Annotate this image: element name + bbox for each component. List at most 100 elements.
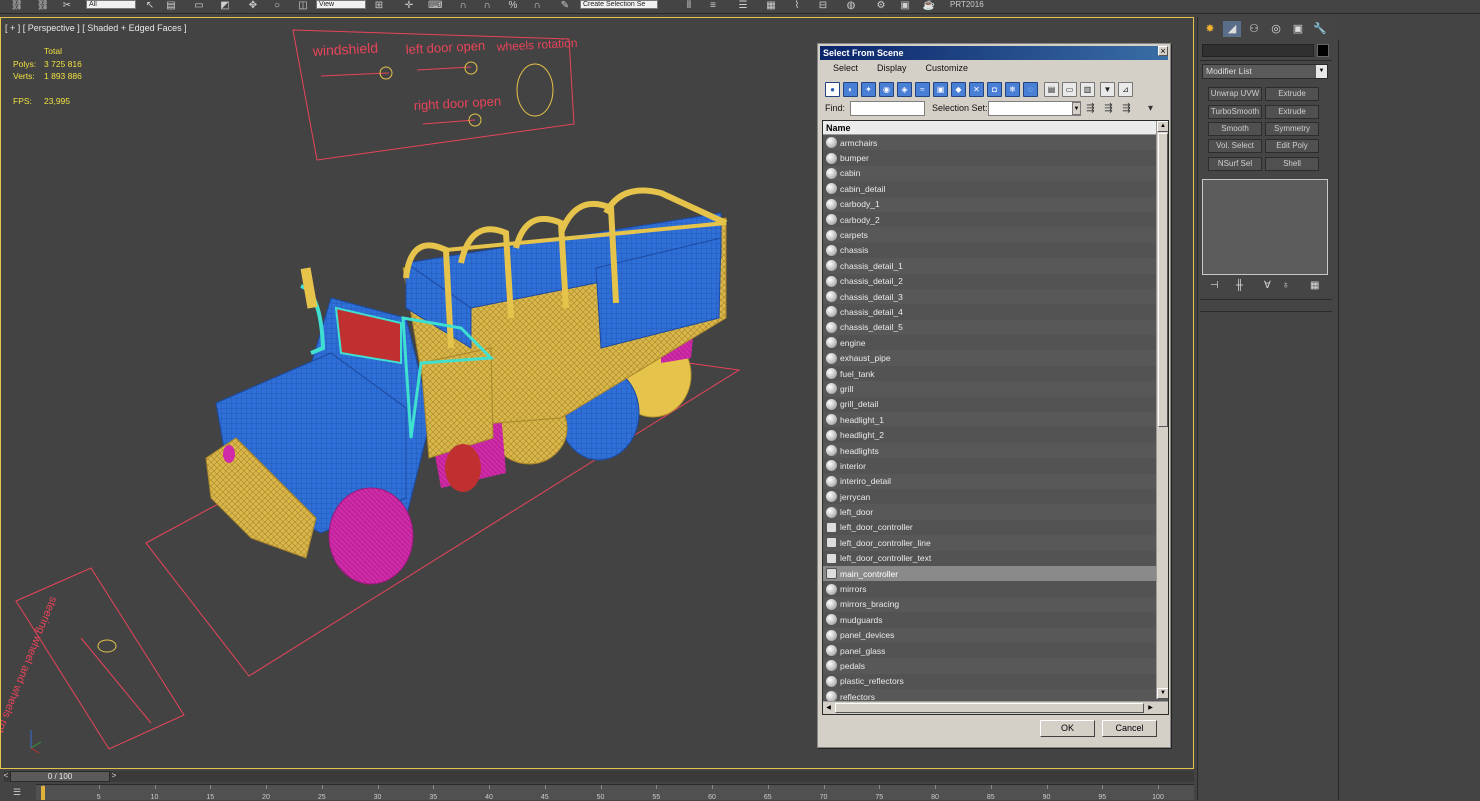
- percent-snap-icon[interactable]: %: [506, 0, 520, 12]
- align-icon[interactable]: ≡: [706, 0, 720, 12]
- object-list-row[interactable]: mudguards: [823, 612, 1157, 628]
- object-list-row[interactable]: carbody_2: [823, 211, 1157, 228]
- object-list-row[interactable]: cabin_detail: [823, 181, 1157, 197]
- menu-display[interactable]: Display: [864, 61, 913, 76]
- object-list-row[interactable]: mirrors_bracing: [823, 596, 1157, 613]
- pin-stack-icon[interactable]: ⊣: [1210, 280, 1219, 291]
- select-dependents-icon[interactable]: ⇶: [1102, 102, 1115, 115]
- truck-model[interactable]: [205, 187, 728, 585]
- bind-space-warp-icon[interactable]: ✂: [60, 0, 74, 12]
- mini-curve-editor-icon[interactable]: ☰: [0, 784, 34, 800]
- horizontal-scroll-thumb[interactable]: [835, 703, 1144, 713]
- display-helpers-icon[interactable]: ◈: [897, 82, 912, 97]
- modifier-button-symmetry[interactable]: Symmetry: [1265, 122, 1319, 136]
- next-frame-button[interactable]: >: [108, 771, 120, 782]
- object-list-row[interactable]: interior: [823, 458, 1157, 474]
- object-list-row[interactable]: chassis_detail_3: [823, 288, 1157, 305]
- modifier-button-turbosmooth[interactable]: TurboSmooth: [1208, 105, 1262, 119]
- schematic-view-icon[interactable]: ⊟: [816, 0, 830, 12]
- display-lights-icon[interactable]: ✦: [861, 82, 876, 97]
- object-list-row[interactable]: carpets: [823, 227, 1157, 243]
- selection-set-input[interactable]: [988, 101, 1081, 116]
- ok-button[interactable]: OK: [1040, 720, 1095, 737]
- modifier-list-dropdown[interactable]: Modifier List ▼: [1202, 64, 1328, 79]
- frame-counter[interactable]: 0 / 100: [10, 771, 110, 782]
- object-list-row[interactable]: engine: [823, 335, 1157, 351]
- display-xrefs-icon[interactable]: ◆: [951, 82, 966, 97]
- reference-coordinate-dropdown[interactable]: View: [316, 0, 366, 9]
- door-rig-panel[interactable]: windshield left door open wheels rotatio…: [292, 29, 578, 161]
- spinner-snap-icon[interactable]: ∩: [530, 0, 544, 12]
- display-all-icon[interactable]: ▤: [1044, 82, 1059, 97]
- modifier-button-extrude[interactable]: Extrude: [1265, 87, 1319, 101]
- display-cameras-icon[interactable]: ◉: [879, 82, 894, 97]
- horizontal-scrollbar[interactable]: ◀ ▶: [823, 701, 1168, 714]
- mirror-icon[interactable]: ⫴: [682, 0, 696, 12]
- link-icon[interactable]: ⛓: [10, 0, 24, 12]
- snaps-toggle-icon[interactable]: ∩: [456, 0, 470, 12]
- scroll-thumb[interactable]: [1158, 133, 1168, 427]
- object-list-row[interactable]: pedals: [823, 658, 1157, 674]
- object-list-row[interactable]: headlight_1: [823, 412, 1157, 428]
- modifier-stack[interactable]: [1202, 179, 1328, 275]
- object-list-row[interactable]: interiro_detail: [823, 473, 1157, 489]
- edit-named-selection-icon[interactable]: ✎: [558, 0, 572, 12]
- menu-select[interactable]: Select: [820, 61, 864, 76]
- object-list-row[interactable]: plastic_reflectors: [823, 673, 1157, 690]
- utilities-tab-icon[interactable]: 🔧: [1311, 21, 1329, 37]
- object-list-row[interactable]: cabin: [823, 165, 1157, 182]
- modifier-list-arrow[interactable]: ▼: [1316, 65, 1327, 78]
- layer-manager-icon[interactable]: ☰: [736, 0, 750, 12]
- select-rotate-icon[interactable]: ○: [270, 0, 284, 12]
- object-list-row[interactable]: chassis_detail_1: [823, 258, 1157, 274]
- keyboard-shortcut-override-icon[interactable]: ⌨: [428, 0, 442, 12]
- select-children-icon[interactable]: ⇶: [1084, 102, 1097, 115]
- select-move-icon[interactable]: ✥: [246, 0, 260, 12]
- object-list-row[interactable]: chassis: [823, 242, 1157, 259]
- render-production-icon[interactable]: ☕: [922, 0, 936, 12]
- modifier-button-nsurf-sel[interactable]: NSurf Sel: [1208, 157, 1262, 171]
- object-list-row[interactable]: armchairs: [823, 135, 1157, 151]
- select-by-name-icon[interactable]: ▤: [164, 0, 178, 12]
- display-groups-icon[interactable]: ▣: [933, 82, 948, 97]
- material-editor-icon[interactable]: ◍: [844, 0, 858, 12]
- scroll-left-arrow[interactable]: ◀: [823, 703, 834, 714]
- modifier-button-shell[interactable]: Shell: [1265, 157, 1319, 171]
- scene-object-list[interactable]: Name armchairs bumper cabin cabin_detail car…: [822, 120, 1169, 715]
- current-frame-marker[interactable]: [41, 786, 45, 800]
- configure-modifier-sets-icon[interactable]: ▦: [1310, 280, 1319, 291]
- select-influences-icon[interactable]: ⇶: [1120, 102, 1133, 115]
- display-containers-icon[interactable]: ◘: [987, 82, 1002, 97]
- select-object-icon[interactable]: ↖: [143, 0, 157, 12]
- name-column-header[interactable]: Name: [823, 121, 1157, 135]
- display-none-icon[interactable]: ▭: [1062, 82, 1077, 97]
- graphite-tools-icon[interactable]: ▦: [764, 0, 778, 12]
- object-list-row[interactable]: headlights: [823, 442, 1157, 459]
- rectangular-selection-icon[interactable]: ▭: [192, 0, 206, 12]
- object-list-row[interactable]: grill: [823, 381, 1157, 397]
- object-list-row[interactable]: mirrors: [823, 581, 1157, 597]
- object-list-row[interactable]: fuel_tank: [823, 365, 1157, 382]
- hierarchy-tab-icon[interactable]: ⚇: [1245, 21, 1263, 37]
- create-tab-icon[interactable]: ✸: [1201, 21, 1219, 37]
- left-door-slider-knob[interactable]: [464, 61, 478, 75]
- select-manipulate-icon[interactable]: ✛: [402, 0, 416, 12]
- object-list-row[interactable]: grill_detail: [823, 396, 1157, 413]
- scroll-right-arrow[interactable]: ▶: [1145, 703, 1156, 714]
- display-space-warps-icon[interactable]: ≈: [915, 82, 930, 97]
- steering-rig-panel[interactable]: steering wheel and wheels rotation: [1, 567, 185, 756]
- object-name-field[interactable]: [1202, 44, 1314, 57]
- display-invert-icon[interactable]: ▥: [1080, 82, 1095, 97]
- object-list-row[interactable]: chassis_detail_2: [823, 273, 1157, 289]
- selection-set-dropdown-arrow[interactable]: ▼: [1072, 102, 1081, 115]
- motion-tab-icon[interactable]: ◎: [1267, 21, 1285, 37]
- object-list-row[interactable]: panel_devices: [823, 627, 1157, 643]
- select-scale-icon[interactable]: ◫: [296, 0, 310, 12]
- selection-filter-dropdown[interactable]: All: [86, 0, 136, 9]
- object-list-row[interactable]: left_door: [823, 504, 1157, 520]
- window-crossing-icon[interactable]: ◩: [218, 0, 232, 12]
- named-selection-set-dropdown[interactable]: Create Selection Se: [580, 0, 658, 9]
- object-list-row[interactable]: panel_glass: [823, 642, 1157, 659]
- filter-icon[interactable]: ▼: [1100, 82, 1115, 97]
- object-list-row[interactable]: jerrycan: [823, 488, 1157, 505]
